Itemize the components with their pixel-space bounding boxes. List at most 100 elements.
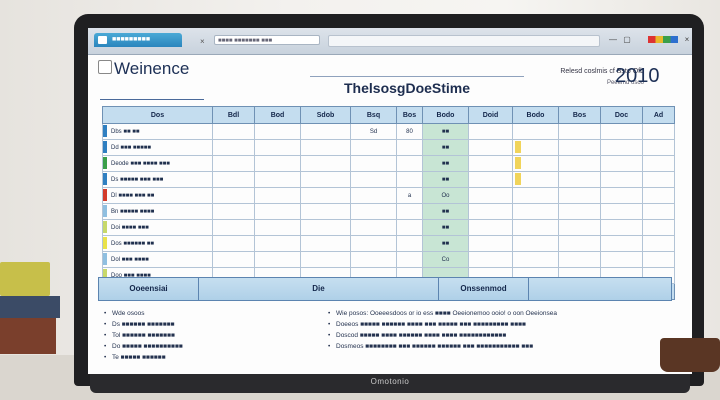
table-cell[interactable]: Dbs ■■ ■■ — [102, 123, 213, 140]
table-cell[interactable] — [212, 219, 255, 236]
maximize-button[interactable]: ▢ — [622, 35, 632, 44]
table-cell[interactable] — [642, 171, 675, 188]
table-cell[interactable] — [468, 123, 513, 140]
table-cell[interactable] — [512, 251, 559, 268]
table-cell[interactable] — [300, 187, 351, 204]
table-cell[interactable] — [350, 219, 397, 236]
table-cell[interactable] — [254, 203, 301, 220]
column-header[interactable]: Ad — [642, 106, 675, 124]
table-cell[interactable]: ■■ — [422, 235, 469, 252]
column-header[interactable]: Bsq — [350, 106, 397, 124]
summary-right[interactable]: Onssenmod — [439, 278, 529, 300]
table-cell[interactable] — [396, 155, 423, 172]
table-cell[interactable] — [212, 139, 255, 156]
table-cell[interactable] — [396, 203, 423, 220]
table-cell[interactable] — [350, 203, 397, 220]
table-cell[interactable] — [558, 155, 601, 172]
summary-mid[interactable]: Die — [199, 278, 439, 300]
table-cell[interactable] — [512, 171, 559, 188]
table-cell[interactable] — [558, 187, 601, 204]
search-box[interactable] — [328, 35, 600, 47]
table-cell[interactable] — [350, 187, 397, 204]
table-cell[interactable]: Dl ■■■■ ■■■ ■■ — [102, 187, 213, 204]
table-cell[interactable] — [300, 203, 351, 220]
table-cell[interactable] — [558, 203, 601, 220]
table-cell[interactable]: ■■ — [422, 171, 469, 188]
table-cell[interactable] — [396, 171, 423, 188]
table-cell[interactable] — [600, 155, 643, 172]
table-cell[interactable] — [642, 187, 675, 204]
table-cell[interactable] — [212, 155, 255, 172]
table-cell[interactable] — [254, 155, 301, 172]
table-cell[interactable] — [512, 123, 559, 140]
table-cell[interactable] — [350, 235, 397, 252]
column-header[interactable]: Bodo — [512, 106, 559, 124]
table-cell[interactable] — [212, 251, 255, 268]
table-cell[interactable] — [212, 235, 255, 252]
table-cell[interactable] — [558, 235, 601, 252]
table-cell[interactable] — [254, 251, 301, 268]
table-cell[interactable] — [512, 203, 559, 220]
table-cell[interactable] — [600, 171, 643, 188]
table-cell[interactable] — [254, 171, 301, 188]
table-cell[interactable] — [642, 251, 675, 268]
table-cell[interactable]: Ds ■■■■■ ■■■ ■■■ — [102, 171, 213, 188]
close-window-button[interactable]: × — [682, 35, 692, 44]
table-cell[interactable] — [350, 251, 397, 268]
table-cell[interactable] — [600, 123, 643, 140]
table-row[interactable]: Dol ■■■ ■■■■ Co — [102, 251, 675, 268]
table-row[interactable]: Dos ■■■■■■ ■■ ■■ — [102, 235, 675, 252]
table-cell[interactable] — [642, 123, 675, 140]
table-cell[interactable] — [254, 187, 301, 204]
column-header[interactable]: Doc — [600, 106, 643, 124]
table-cell[interactable]: ■■ — [422, 203, 469, 220]
column-header[interactable]: Bod — [254, 106, 301, 124]
table-row[interactable]: Bn ■■■■■ ■■■■ ■■ — [102, 203, 675, 220]
table-cell[interactable] — [212, 187, 255, 204]
summary-left[interactable]: Ooeensiai — [99, 278, 199, 300]
table-cell[interactable] — [512, 187, 559, 204]
table-cell[interactable] — [300, 235, 351, 252]
table-cell[interactable] — [512, 139, 559, 156]
table-cell[interactable] — [600, 203, 643, 220]
table-cell[interactable] — [642, 235, 675, 252]
address-bar[interactable]: ■■■■ ■■■■■■■ ■■■ — [214, 35, 320, 45]
table-cell[interactable] — [396, 219, 423, 236]
table-row[interactable]: Dl ■■■■ ■■■ ■■ a Oo — [102, 187, 675, 204]
table-cell[interactable] — [642, 219, 675, 236]
table-cell[interactable] — [642, 155, 675, 172]
table-cell[interactable] — [558, 139, 601, 156]
table-cell[interactable]: Dos ■■■■■■ ■■ — [102, 235, 213, 252]
column-header[interactable]: Bos — [558, 106, 601, 124]
table-cell[interactable] — [300, 155, 351, 172]
table-cell[interactable] — [396, 235, 423, 252]
table-row[interactable]: Doi ■■■■ ■■■ ■■ — [102, 219, 675, 236]
table-cell[interactable]: Bn ■■■■■ ■■■■ — [102, 203, 213, 220]
column-header[interactable]: Sdob — [300, 106, 351, 124]
table-cell[interactable]: a — [396, 187, 423, 204]
table-cell[interactable]: Doi ■■■■ ■■■ — [102, 219, 213, 236]
table-cell[interactable] — [600, 235, 643, 252]
table-cell[interactable] — [468, 251, 513, 268]
table-cell[interactable] — [350, 155, 397, 172]
column-header[interactable]: Bdl — [212, 106, 255, 124]
table-cell[interactable] — [254, 235, 301, 252]
tab-close-icon[interactable]: × — [200, 38, 205, 46]
table-cell[interactable] — [642, 139, 675, 156]
table-cell[interactable]: Deode ■■■ ■■■■ ■■■ — [102, 155, 213, 172]
table-cell[interactable] — [468, 235, 513, 252]
table-cell[interactable] — [468, 171, 513, 188]
table-cell[interactable] — [468, 203, 513, 220]
table-cell[interactable] — [254, 219, 301, 236]
table-cell[interactable] — [300, 219, 351, 236]
table-cell[interactable] — [468, 155, 513, 172]
column-header[interactable]: Bos — [396, 106, 423, 124]
table-cell[interactable]: Sd — [350, 123, 397, 140]
table-cell[interactable]: Dol ■■■ ■■■■ — [102, 251, 213, 268]
column-header[interactable]: Dos — [102, 106, 213, 124]
table-cell[interactable] — [468, 219, 513, 236]
table-cell[interactable] — [512, 235, 559, 252]
table-row[interactable]: Dd ■■■ ■■■■■ ■■ — [102, 139, 675, 156]
table-cell[interactable] — [468, 187, 513, 204]
table-cell[interactable]: ■■ — [422, 219, 469, 236]
